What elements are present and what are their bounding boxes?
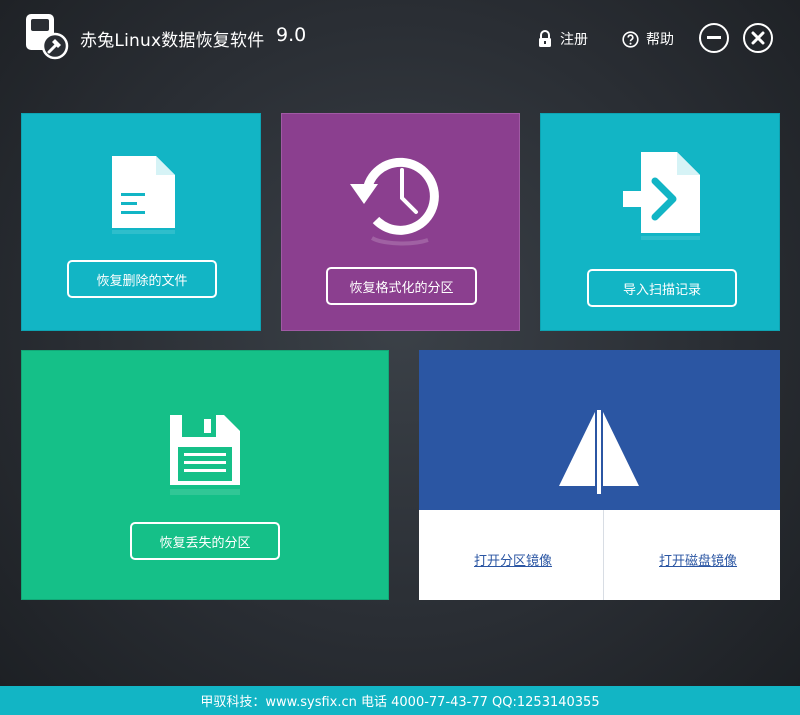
close-icon [751,31,765,45]
footer-bar: 甲驭科技：www.sysfix.cn 电话 4000-77-43-77 QQ:1… [0,686,800,715]
file-import-icon [623,152,700,240]
recover-lost-button[interactable]: 恢复丢失的分区 [130,522,280,560]
title-bar: 赤兔Linux数据恢复软件 9.0 注册 帮助 [0,0,800,78]
recover-formatted-tile[interactable]: 恢复格式化的分区 [281,113,520,331]
minus-icon [707,36,721,39]
recover-deleted-tile[interactable]: 恢复删除的文件 [21,113,261,331]
app-title: 赤兔Linux数据恢复软件 [80,31,265,51]
document-icon [112,156,175,234]
sail-mirror-icon [559,410,639,494]
open-partition-image-link[interactable]: 打开分区镜像 [474,550,552,569]
recover-lost-tile[interactable]: 恢复丢失的分区 [21,350,389,600]
recover-lost-label: 恢复丢失的分区 [159,535,251,551]
history-clock-icon [350,157,439,246]
image-tile: 打开分区镜像 打开磁盘镜像 [419,350,780,600]
import-scan-label: 导入扫描记录 [622,282,701,298]
import-scan-button[interactable]: 导入扫描记录 [587,269,737,307]
recover-formatted-button[interactable]: 恢复格式化的分区 [326,267,477,305]
image-tile-header [419,350,780,510]
register-button[interactable]: 注册 [537,29,588,49]
help-icon [622,30,639,48]
close-button[interactable] [743,23,773,53]
app-version: 9.0 [276,24,307,46]
minimize-button[interactable] [699,23,729,53]
register-label: 注册 [560,32,588,48]
recover-deleted-label: 恢复删除的文件 [96,273,188,289]
import-scan-tile[interactable]: 导入扫描记录 [540,113,780,331]
footer-text: 甲驭科技：www.sysfix.cn 电话 4000-77-43-77 QQ:1… [200,695,600,710]
recover-formatted-label: 恢复格式化的分区 [349,280,454,296]
help-label: 帮助 [646,32,674,48]
recover-deleted-button[interactable]: 恢复删除的文件 [67,260,217,298]
app-logo-icon [26,14,69,60]
open-disk-image-link[interactable]: 打开磁盘镜像 [659,550,737,569]
image-tile-divider [603,510,604,600]
lock-icon [539,30,551,47]
help-button[interactable]: 帮助 [622,29,674,49]
floppy-disk-icon [170,415,240,495]
